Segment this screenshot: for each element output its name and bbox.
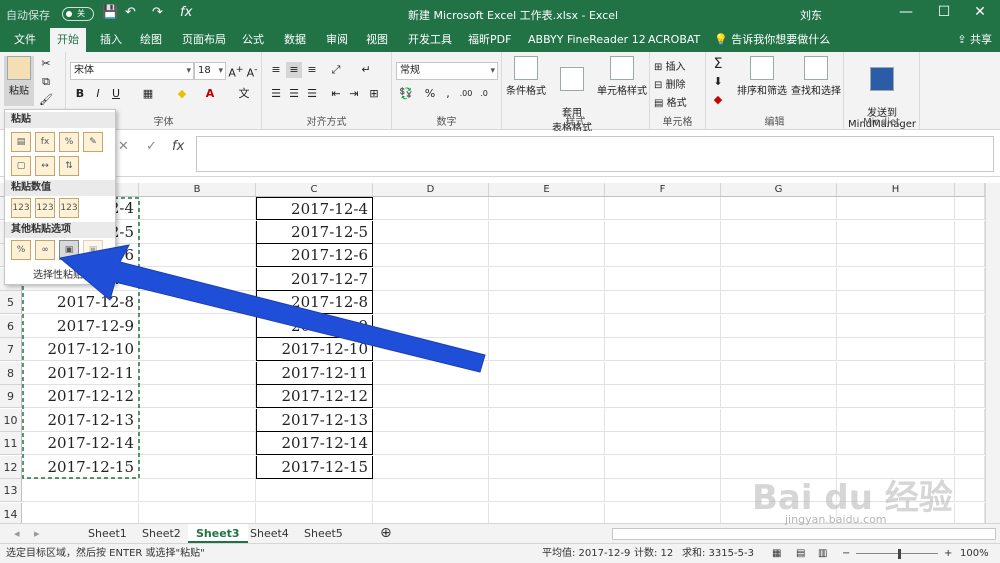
baidu-watermark-url: jingyan.baidu.com	[785, 513, 887, 526]
baidu-watermark: Bai du 经验	[752, 478, 953, 518]
